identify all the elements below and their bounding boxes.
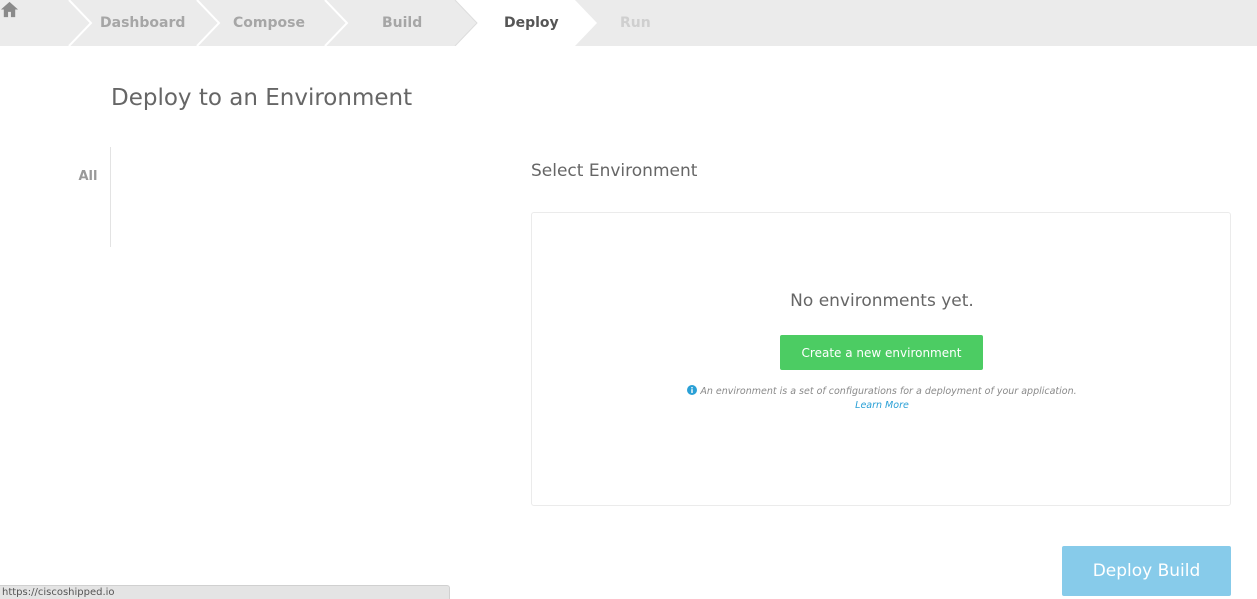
breadcrumb-item-deploy[interactable]: Deploy — [504, 0, 559, 46]
filter-all-tab[interactable]: All — [70, 169, 106, 184]
page-title: Deploy to an Environment — [111, 85, 413, 111]
home-icon[interactable] — [0, 0, 19, 19]
breadcrumb-item-compose[interactable]: Compose — [233, 0, 305, 46]
status-url: https://ciscoshipped.io — [2, 587, 115, 598]
breadcrumb-item-dashboard[interactable]: Dashboard — [100, 0, 185, 46]
browser-status-bar: https://ciscoshipped.io — [0, 585, 450, 599]
breadcrumb-item-build[interactable]: Build — [382, 0, 422, 46]
breadcrumb-item-run: Run — [620, 15, 651, 31]
breadcrumb: Dashboard Compose Build Deploy Run — [0, 0, 1257, 46]
info-icon — [687, 385, 698, 395]
environment-hint: An environment is a set of configuration… — [682, 385, 1082, 413]
filter-divider — [110, 147, 111, 247]
deploy-build-button[interactable]: Deploy Build — [1062, 546, 1231, 596]
empty-state-message: No environments yet. — [790, 291, 974, 311]
environment-hint-text: An environment is a set of configuration… — [700, 386, 1077, 397]
environment-panel: No environments yet. Create a new enviro… — [531, 212, 1231, 506]
create-environment-button[interactable]: Create a new environment — [780, 335, 983, 370]
select-environment-heading: Select Environment — [531, 161, 698, 181]
learn-more-link[interactable]: Learn More — [855, 400, 909, 411]
